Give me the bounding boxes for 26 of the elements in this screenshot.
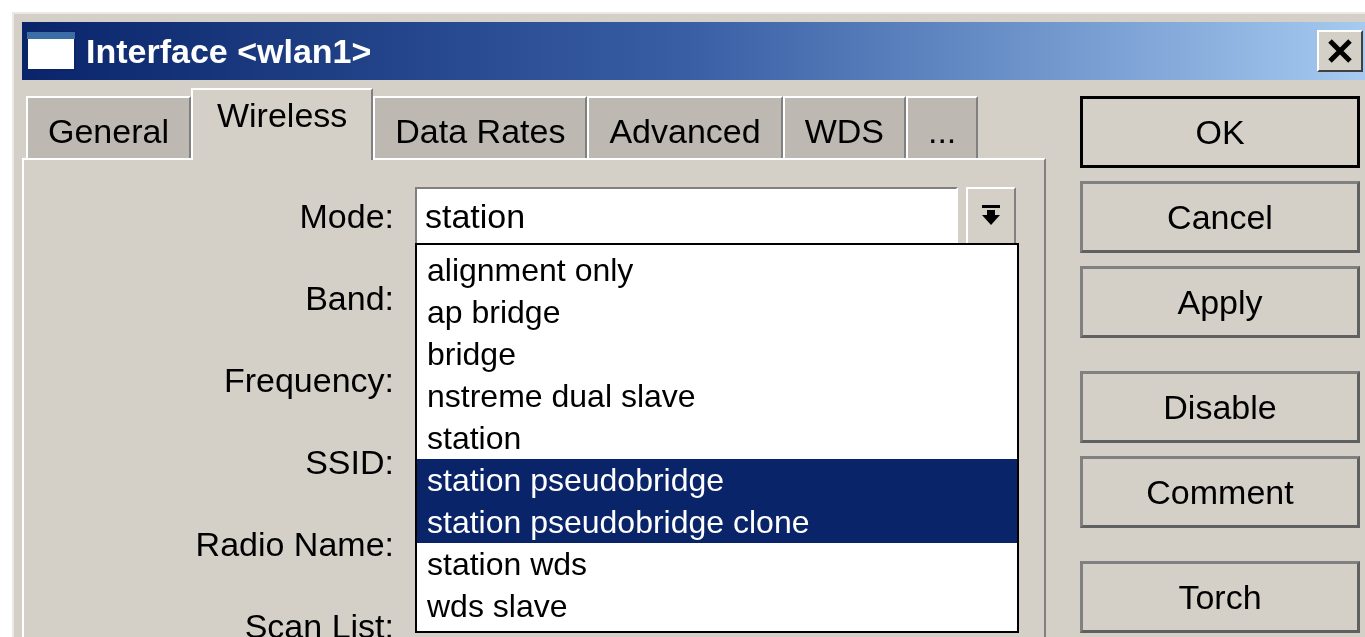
field-label: Frequency: bbox=[222, 359, 394, 401]
field-label: SSID: bbox=[304, 441, 394, 483]
dropdown-option[interactable]: station pseudobridge clone bbox=[417, 501, 1017, 543]
field-label: Mode: bbox=[298, 195, 394, 237]
field-label: Band: bbox=[304, 277, 394, 319]
close-button[interactable] bbox=[1317, 30, 1363, 72]
tab[interactable]: General bbox=[26, 96, 191, 158]
tab[interactable]: WDS bbox=[782, 96, 906, 158]
dialog-button[interactable]: Comment bbox=[1080, 456, 1360, 528]
close-icon bbox=[1327, 39, 1353, 63]
tab[interactable]: ... bbox=[905, 96, 979, 158]
dialog-button[interactable]: Cancel bbox=[1080, 181, 1360, 253]
dialog-button[interactable]: Apply bbox=[1080, 266, 1360, 338]
tab[interactable]: Wireless bbox=[190, 88, 374, 160]
dialog-button[interactable]: Torch bbox=[1080, 561, 1360, 633]
tab[interactable]: Advanced bbox=[587, 96, 783, 158]
mode-select[interactable]: station bbox=[415, 187, 958, 245]
field-label: Radio Name: bbox=[194, 523, 394, 565]
dialog-button[interactable]: OK bbox=[1080, 96, 1360, 168]
down-arrow-icon bbox=[980, 205, 1002, 227]
window-title: Interface <wlan1> bbox=[86, 30, 372, 72]
tab[interactable]: Data Rates bbox=[373, 96, 588, 158]
dropdown-option[interactable]: station pseudobridge bbox=[417, 459, 1017, 501]
dialog-button[interactable]: Disable bbox=[1080, 371, 1360, 443]
dropdown-button[interactable] bbox=[966, 187, 1016, 245]
window-icon bbox=[26, 31, 76, 71]
